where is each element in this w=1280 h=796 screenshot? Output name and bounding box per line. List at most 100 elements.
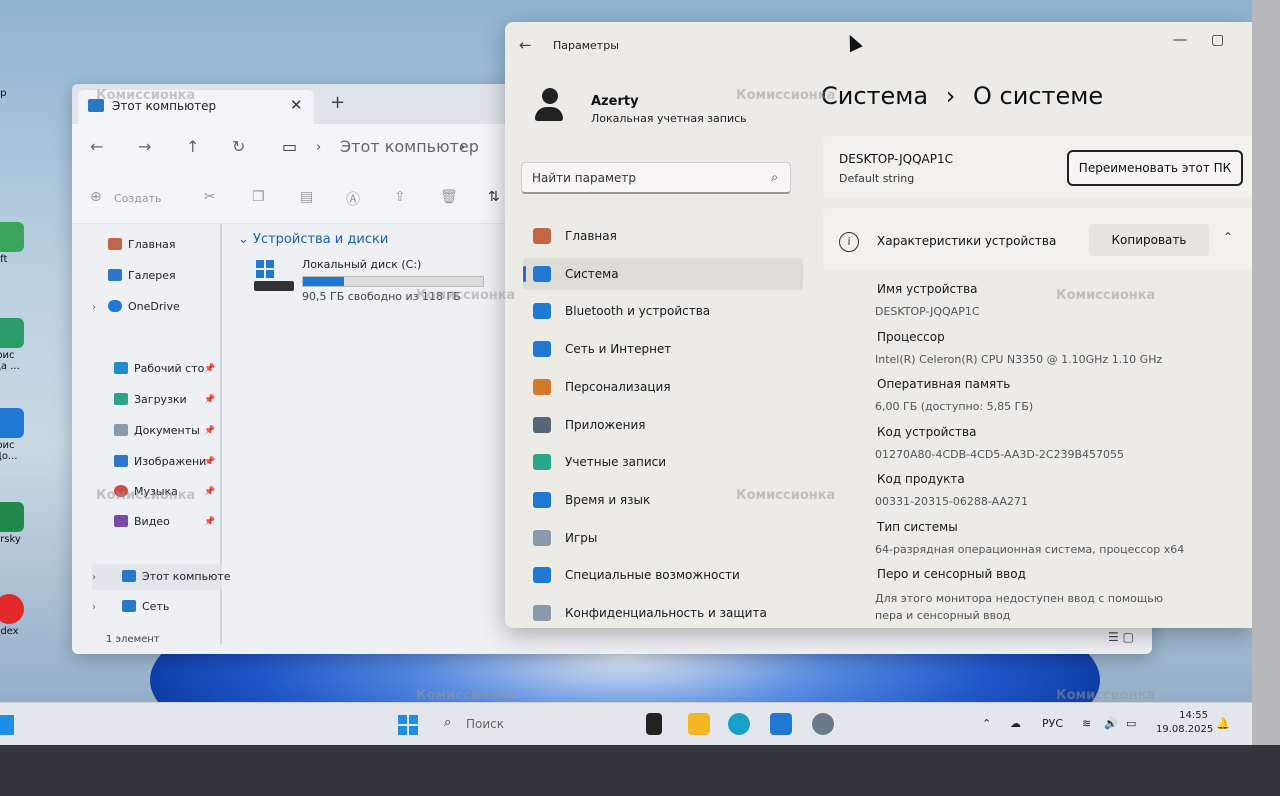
nav-item-bluetooth[interactable]: Bluetooth и устройства — [523, 295, 803, 327]
chevron-up-icon[interactable]: ⌃ — [982, 717, 991, 730]
share-icon[interactable]: ⇪ — [394, 189, 406, 205]
battery-icon[interactable]: ▭ — [1126, 717, 1136, 730]
desktop-icon-6[interactable]: ersky — [0, 502, 28, 545]
start-button[interactable] — [398, 715, 418, 735]
up-button[interactable]: ↑ — [186, 137, 199, 156]
search-icon[interactable]: ⌕ — [444, 715, 451, 730]
close-tab-icon[interactable]: ✕ — [290, 96, 303, 114]
avatar[interactable] — [535, 88, 565, 124]
drive-icon — [254, 260, 294, 296]
settings-gear-icon[interactable] — [812, 713, 834, 735]
desktop-folder-icon — [114, 362, 128, 374]
nav-item-home[interactable]: Главная — [523, 220, 803, 252]
document-icon — [114, 424, 128, 436]
copy-icon[interactable]: ❐ — [252, 189, 265, 205]
cut-icon[interactable]: ✂ — [204, 189, 216, 205]
sidebar-item-onedrive[interactable]: OneDrive — [108, 300, 180, 313]
nav-item-accounts[interactable]: Учетные записи — [523, 446, 803, 478]
cloud-offline-icon[interactable]: ☁ — [1010, 717, 1021, 730]
pin-icon: 📌 — [204, 395, 216, 405]
nav-item-shield[interactable]: Конфиденциальность и защита — [523, 597, 803, 628]
file-explorer-icon[interactable] — [688, 713, 710, 735]
shield-icon — [533, 605, 551, 621]
address-bar[interactable]: Этот компьютер — [340, 137, 479, 156]
network-icon — [533, 341, 551, 358]
new-tab-button[interactable]: + — [330, 92, 345, 113]
desktop-icon-3[interactable]: oft — [0, 222, 28, 265]
group-header[interactable]: ⌄ Устройства и диски — [238, 232, 388, 247]
taskbar-search[interactable]: Поиск — [466, 717, 504, 731]
delete-icon[interactable]: 🗑 — [440, 189, 458, 205]
chevron-right-icon[interactable]: › — [92, 572, 96, 583]
settings-window: ← Параметры — ▢ ✕ Azerty Локальная учетн… — [505, 22, 1252, 628]
nav-item-gamepad[interactable]: Игры — [523, 522, 803, 554]
sidebar-item-videos[interactable]: Видео — [114, 515, 170, 528]
view-toggle-icons[interactable]: ☰ ▢ — [1108, 630, 1134, 644]
desktop-icon-4[interactable]: фис да ... — [0, 318, 28, 372]
sidebar-item-gallery[interactable]: Галерея — [108, 269, 176, 282]
task-view-icon[interactable] — [646, 713, 662, 735]
create-button[interactable]: Создать — [114, 192, 162, 205]
widgets-icon[interactable] — [0, 715, 14, 735]
spec-value: 01270A80-4CDB-4CD5-AA3D-2C239B457055 — [875, 447, 1125, 461]
nav-item-accessibility[interactable]: Специальные возможности — [523, 559, 803, 591]
chevron-right-icon[interactable]: › — [92, 302, 96, 313]
pin-icon: 📌 — [204, 426, 216, 436]
info-icon: i — [839, 232, 859, 252]
notification-bell-icon[interactable]: 🔔 — [1216, 717, 1230, 730]
language-indicator[interactable]: РУС — [1042, 717, 1063, 730]
back-arrow-icon[interactable]: ← — [519, 36, 532, 54]
device-specs-header[interactable]: i Характеристики устройства Копировать ⌃ — [823, 208, 1252, 270]
nav-item-apps[interactable]: Приложения — [523, 409, 803, 441]
nav-item-label: Главная — [565, 229, 617, 243]
maximize-button[interactable]: ▢ — [1211, 32, 1224, 48]
sidebar-item-downloads[interactable]: Загрузки — [114, 393, 187, 406]
sidebar-item-pictures[interactable]: Изображени — [114, 455, 206, 468]
explorer-sidebar: Главная Галерея › OneDrive Рабочий сто 📌… — [72, 224, 231, 644]
desktop-icon-2[interactable]: а — [0, 170, 28, 181]
volume-icon[interactable]: 🔊 — [1104, 717, 1118, 730]
watermark: Комиссионка — [416, 688, 516, 703]
store-icon[interactable] — [770, 713, 792, 735]
sidebar-item-desktop[interactable]: Рабочий сто — [114, 362, 204, 375]
status-bar-count: 1 элемент — [106, 634, 160, 645]
rename-pc-button[interactable]: Переименовать этот ПК — [1067, 150, 1243, 186]
breadcrumb-current: О системе — [973, 82, 1104, 110]
chevron-down-icon: ⌄ — [238, 232, 254, 247]
nav-item-brush[interactable]: Персонализация — [523, 371, 803, 403]
forward-button[interactable]: → — [138, 137, 151, 156]
sort-icon[interactable]: ⇅ — [488, 189, 500, 205]
minimize-button[interactable]: — — [1173, 32, 1187, 48]
clock[interactable]: 14:55 19.08.2025 — [1156, 709, 1213, 737]
edge-icon[interactable] — [728, 713, 750, 735]
paste-icon[interactable]: ▤ — [300, 189, 313, 205]
watermark: Комиссионка — [96, 88, 196, 103]
drive-name[interactable]: Локальный диск (C:) — [302, 258, 421, 271]
nav-item-system[interactable]: Система — [523, 257, 803, 290]
sidebar-item-network[interactable]: Сеть — [122, 600, 169, 613]
sidebar-item-documents[interactable]: Документы — [114, 424, 200, 437]
search-input[interactable]: Найти параметр ⌕ — [521, 162, 791, 194]
refresh-button[interactable]: ↻ — [232, 137, 245, 156]
page-title: Система › О системе — [821, 82, 1103, 110]
watermark: Комиссионка — [736, 488, 836, 503]
desktop-icon-1[interactable]: ер — [0, 88, 28, 99]
chevron-up-icon[interactable]: ⌃ — [1223, 230, 1233, 244]
pin-icon: 📌 — [204, 364, 216, 374]
wifi-icon[interactable]: ≋ — [1082, 717, 1091, 730]
sidebar-item-this-pc[interactable]: Этот компьюте — [122, 570, 231, 583]
sidebar-item-home[interactable]: Главная — [108, 238, 176, 251]
desktop-icon-7[interactable]: ndex — [0, 594, 28, 637]
home-icon — [108, 238, 122, 250]
yandex-icon — [0, 594, 24, 624]
pin-icon: 📌 — [204, 517, 216, 527]
desktop-icon-label: ersky — [0, 534, 21, 545]
copy-button[interactable]: Копировать — [1089, 224, 1209, 256]
chevron-right-icon[interactable]: › — [92, 602, 96, 613]
back-button[interactable]: ← — [90, 137, 103, 156]
rename-icon[interactable]: Ⓐ — [346, 189, 360, 209]
nav-item-network[interactable]: Сеть и Интернет — [523, 333, 803, 365]
desktop-icon-5[interactable]: фис До... — [0, 408, 28, 462]
drive-usage-fill — [303, 277, 345, 286]
breadcrumb-parent[interactable]: Система — [821, 82, 928, 110]
